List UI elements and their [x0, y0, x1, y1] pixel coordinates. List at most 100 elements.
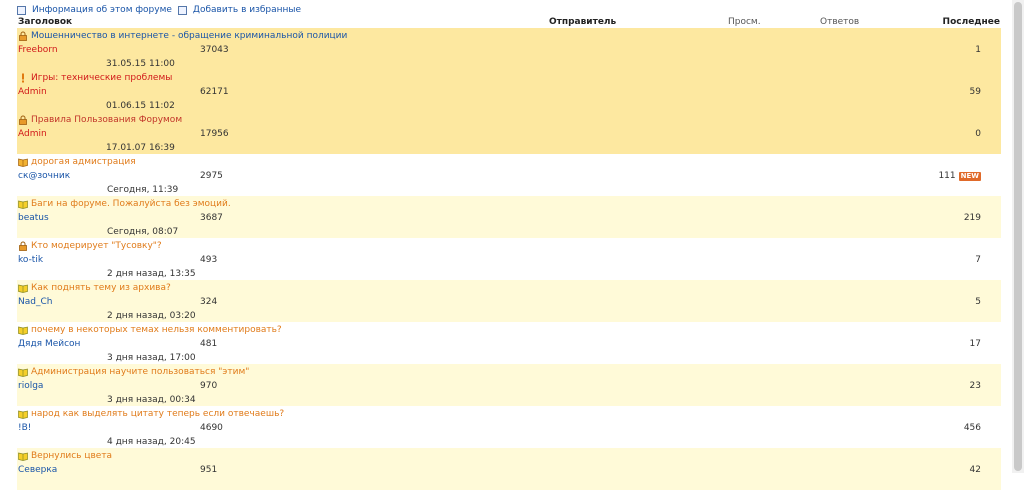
topic-author-link[interactable]: Admin — [18, 129, 47, 139]
topic-last-cell: 5 — [975, 297, 981, 307]
topic-row: Администрация научите пользоваться "этим… — [17, 364, 1001, 406]
topic-date: 17.01.07 16:39 — [106, 143, 175, 153]
topic-date: 01.06.15 11:02 — [106, 101, 175, 111]
topic-title-link[interactable]: Игры: технические проблемы — [31, 73, 172, 83]
info-icon — [17, 5, 26, 15]
topic-replies-count: 1 — [975, 45, 981, 55]
topic-date: 2 дня назад, 03:20 — [107, 311, 196, 321]
topic-last-cell: 111 NEW — [938, 171, 981, 181]
table-header: Заголовок Отправитель Просм. Ответов Пос… — [17, 17, 1001, 28]
topic-views: 481 — [200, 339, 218, 349]
topic-title-link[interactable]: почему в некоторых темах нельзя комменти… — [31, 325, 282, 335]
topic-last-cell: 456 — [964, 423, 981, 433]
topic-views: 2975 — [200, 171, 223, 181]
topic-views: 3687 — [200, 213, 223, 223]
topic-replies-count: 219 — [963, 213, 981, 223]
topic-author-link[interactable]: riolga — [18, 381, 43, 391]
topic-replies-count: 23 — [969, 381, 981, 391]
topic-author-link[interactable]: Freeborn — [18, 45, 58, 55]
topic-title-link[interactable]: Кто модерирует "Тусовку"? — [31, 241, 162, 251]
topic-last-cell: 42 — [970, 465, 981, 475]
topic-author-link[interactable]: Admin — [18, 87, 47, 97]
topic-replies-count: 42 — [969, 465, 981, 475]
topic-title-cell: Кто модерирует "Тусовку"? — [18, 241, 162, 251]
topic-title-link[interactable]: Правила Пользования Форумом — [31, 115, 182, 125]
topic-date: 3 дня назад, 17:00 — [107, 353, 196, 363]
topic-author-link[interactable]: ko-tik — [18, 255, 43, 265]
scrollbar-thumb[interactable] — [1014, 2, 1022, 471]
topic-replies-count: 7 — [975, 255, 981, 265]
topic-date: 4 дня назад, 20:45 — [107, 437, 196, 447]
lock-icon — [18, 31, 28, 41]
topic-last-cell: 59 — [970, 87, 981, 97]
topic-title-link[interactable]: Как поднять тему из архива? — [31, 283, 171, 293]
topic-row: Правила Пользования Форумом Admin 17956 17.… — [17, 112, 1001, 154]
topic-replies-count: 456 — [963, 423, 981, 433]
topic-title-cell: дорогая адмистрация — [18, 157, 136, 167]
lock-icon — [18, 115, 28, 125]
book-icon — [18, 451, 28, 461]
forum-links-bar: Информация об этом форуме Добавить в изб… — [17, 0, 1001, 17]
topic-title-link[interactable]: Баги на форуме. Пожалуйста без эмоций. — [31, 199, 231, 209]
topic-title-cell: почему в некоторых темах нельзя комменти… — [18, 325, 282, 335]
topic-views: 951 — [200, 465, 218, 475]
topic-row: Баги на форуме. Пожалуйста без эмоций. be… — [17, 196, 1001, 238]
topic-title-link[interactable]: дорогая адмистрация — [31, 157, 136, 167]
favorite-icon — [177, 5, 187, 15]
book-icon — [18, 283, 28, 293]
topic-row: народ как выделять цитату теперь если от… — [17, 406, 1001, 448]
forum-info-link[interactable]: Информация об этом форуме — [32, 5, 172, 15]
topic-replies-count: 0 — [975, 129, 981, 139]
topic-author-link[interactable]: beatus — [18, 213, 49, 223]
open-book-icon — [18, 157, 28, 167]
topic-row: Вернулись цвета Северка 951 42 — [17, 448, 1001, 490]
book-icon — [18, 325, 28, 335]
new-badge: NEW — [958, 171, 981, 181]
topic-rows: Мошенничество в интернете - обращение кр… — [17, 28, 1001, 490]
topic-date: Сегодня, 08:07 — [107, 227, 179, 237]
topic-replies-count: 17 — [969, 339, 981, 349]
header-views: Просм. — [728, 17, 761, 27]
topic-title-cell: Мошенничество в интернете - обращение кр… — [18, 31, 347, 41]
forum-topic-list: Информация об этом форуме Добавить в изб… — [17, 0, 1001, 490]
topic-title-cell: Администрация научите пользоваться "этим… — [18, 367, 249, 377]
topic-date: Сегодня, 11:39 — [107, 185, 179, 195]
topic-author-link[interactable]: Nad_Ch — [18, 297, 52, 307]
topic-author-link[interactable]: ск@зочник — [18, 171, 70, 181]
topic-views: 17956 — [200, 129, 229, 139]
topic-date: 2 дня назад, 13:35 — [107, 269, 196, 279]
topic-views: 970 — [200, 381, 218, 391]
topic-replies-count: 5 — [975, 297, 981, 307]
topic-views: 37043 — [200, 45, 229, 55]
topic-author-link[interactable]: !B! — [18, 423, 31, 433]
topic-title-cell: Как поднять тему из архива? — [18, 283, 171, 293]
topic-title-link[interactable]: Мошенничество в интернете - обращение кр… — [31, 31, 347, 41]
topic-replies-count: 59 — [969, 87, 981, 97]
topic-title-link[interactable]: Вернулись цвета — [31, 451, 112, 461]
topic-title-cell: народ как выделять цитату теперь если от… — [18, 409, 284, 419]
topic-author-link[interactable]: Северка — [18, 465, 57, 475]
topic-date: 31.05.15 11:00 — [106, 59, 175, 69]
topic-last-cell: 17 — [970, 339, 981, 349]
topic-row: Кто модерирует "Тусовку"? ko-tik 493 2 дня … — [17, 238, 1001, 280]
topic-views: 62171 — [200, 87, 229, 97]
topic-row: Как поднять тему из архива? Nad_Ch 324 2 дн… — [17, 280, 1001, 322]
page-scrollbar[interactable] — [1012, 0, 1024, 473]
topic-author-link[interactable]: Дядя Мейсон — [18, 339, 80, 349]
book-icon — [18, 367, 28, 377]
header-sender: Отправитель — [549, 17, 617, 27]
topic-last-cell: 219 — [964, 213, 981, 223]
lock-icon — [18, 241, 28, 251]
book-icon — [18, 409, 28, 419]
topic-row: почему в некоторых темах нельзя комменти… — [17, 322, 1001, 364]
topic-views: 4690 — [200, 423, 223, 433]
topic-last-cell: 0 — [975, 129, 981, 139]
topic-row: Игры: технические проблемы Admin 62171 01.0… — [17, 70, 1001, 112]
add-to-favorites-link[interactable]: Добавить в избранные — [193, 5, 301, 15]
topic-title-link[interactable]: Администрация научите пользоваться "этим… — [31, 367, 249, 377]
topic-title-cell: Игры: технические проблемы — [18, 73, 172, 83]
topic-row: Мошенничество в интернете - обращение кр… — [17, 28, 1001, 70]
book-icon — [18, 199, 28, 209]
topic-title-link[interactable]: народ как выделять цитату теперь если от… — [31, 409, 284, 419]
topic-title-cell: Вернулись цвета — [18, 451, 112, 461]
